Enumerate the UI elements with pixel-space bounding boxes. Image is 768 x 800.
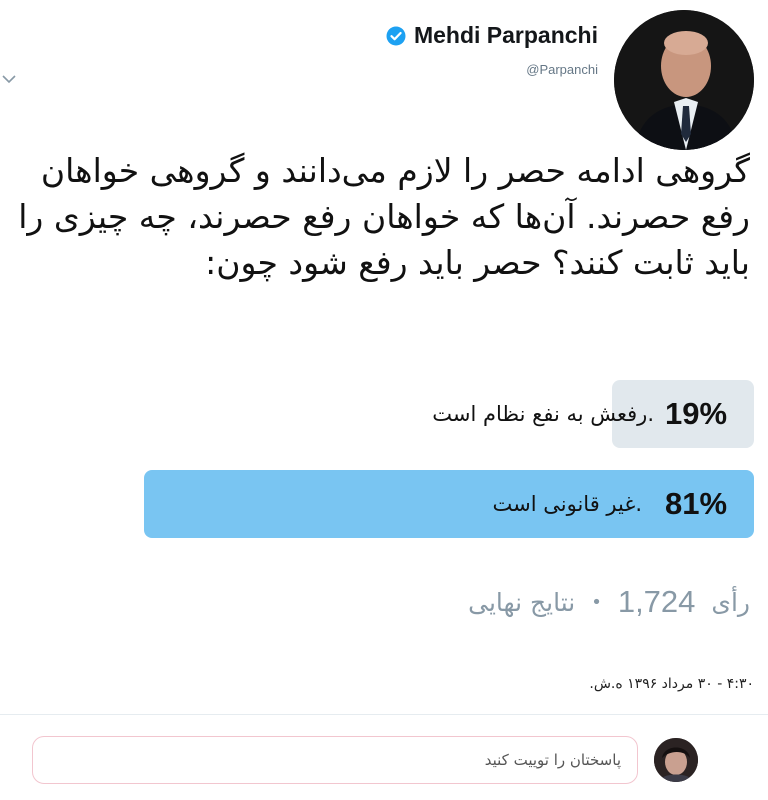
poll-option-1-label: .رفعش به نفع نظام است [432,402,654,426]
poll-option-1: 19% .رفعش به نفع نظام است [144,380,754,448]
chevron-down-icon[interactable] [0,70,18,88]
tweet-timestamp[interactable]: ۴:۳۰ - ۳۰ مرداد ۱۳۹۶ ه.ش. [589,676,754,692]
current-user-avatar [654,738,698,782]
poll-summary: رأی 1,724 • نتایج نهایی [468,584,750,620]
poll-option-2-label: .غیر قانونی است [492,492,642,516]
author-avatar-image [614,10,754,150]
tweet-header: Mehdi Parpanchi @Parpanchi [354,10,754,150]
reply-input[interactable]: پاسختان را توییت کنید [32,736,638,784]
poll-option-1-percent: 19% [664,396,728,431]
author-avatar[interactable] [614,10,754,150]
poll-option-2-percent: 81% [664,486,728,521]
reply-placeholder: پاسختان را توییت کنید [484,751,621,769]
separator-dot: • [591,591,602,613]
author-display-name[interactable]: Mehdi Parpanchi [414,22,598,49]
divider [0,714,768,715]
votes-count: 1,724 [617,584,696,619]
author-handle[interactable]: @Parpanchi [526,62,598,77]
poll-status: نتایج نهایی [468,587,576,617]
votes-word: رأی [711,587,750,617]
current-user-avatar-image [654,738,698,782]
tweet-text: گروهی ادامه حصر را لازم می‌دانند و گروهی… [18,151,750,282]
poll-option-2: 81% .غیر قانونی است [144,470,754,538]
verified-badge-icon [386,26,406,45]
author-name-row[interactable]: Mehdi Parpanchi [386,22,598,49]
